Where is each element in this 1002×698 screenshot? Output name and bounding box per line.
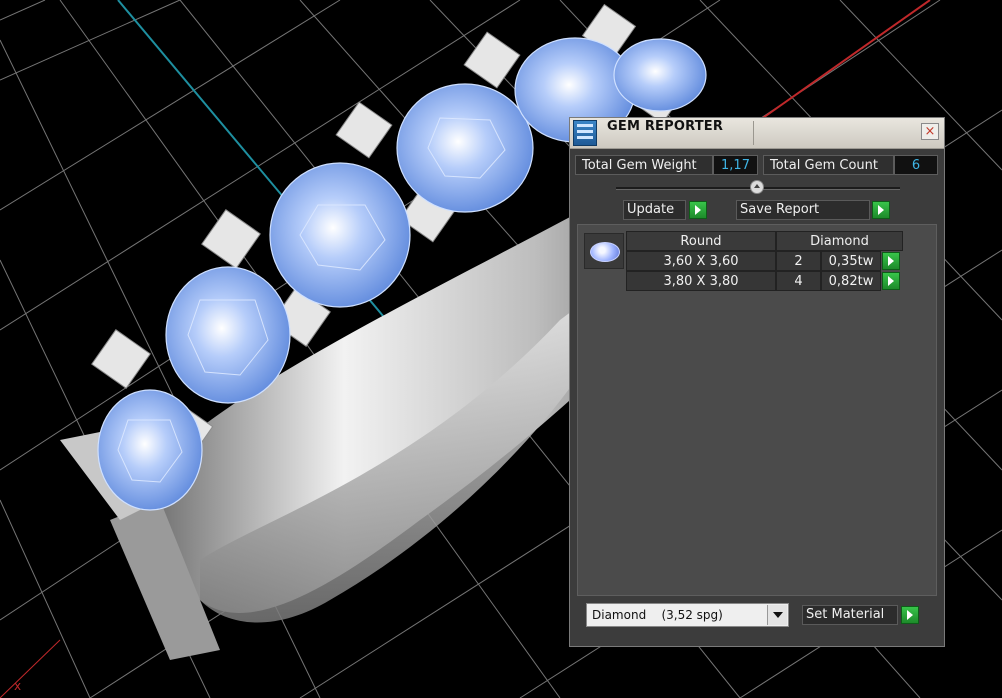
gem-list: Round Diamond 3,60 X 3,60 2 0,35tw 3,80 … [577,224,937,596]
svg-text:x: x [14,679,21,693]
gem-reporter-panel: GEM REPORTER × Total Gem Weight 1,17 Tot… [569,117,945,647]
material-select[interactable]: Diamond (3,52 spg) [586,603,789,627]
row-select-button[interactable] [882,272,900,290]
save-report-go-button[interactable] [872,201,890,219]
chevron-down-icon[interactable] [767,605,787,625]
update-button[interactable]: Update [623,200,686,220]
column-header-shape: Round [626,231,776,251]
material-select-value: Diamond (3,52 spg) [592,608,723,622]
column-header-material: Diamond [776,231,903,251]
titlebar-divider [753,121,754,145]
row-count: 2 [776,251,821,271]
close-button[interactable]: × [921,123,939,140]
row-weight: 0,35tw [821,251,881,271]
update-button-label: Update [627,202,675,217]
set-material-button-label: Set Material [806,607,885,622]
gem-reporter-app-icon [573,120,597,146]
update-go-button[interactable] [689,201,707,219]
row-count: 4 [776,271,821,291]
total-gem-weight-value: 1,17 [713,155,758,175]
set-material-go-button[interactable] [901,606,919,624]
row-size: 3,80 X 3,80 [626,271,776,291]
panel-title: GEM REPORTER [607,119,724,134]
row-weight: 0,82tw [821,271,881,291]
save-report-button[interactable]: Save Report [736,200,870,220]
row-size: 3,60 X 3,60 [626,251,776,271]
total-gem-weight-label: Total Gem Weight [575,155,713,175]
round-gem-thumbnail-icon[interactable] [584,233,624,269]
save-report-button-label: Save Report [740,202,820,217]
total-gem-count-label: Total Gem Count [763,155,894,175]
row-select-button[interactable] [882,252,900,270]
splitter-handle[interactable] [750,180,764,194]
panel-titlebar[interactable]: GEM REPORTER × [570,118,944,149]
total-gem-count-value: 6 [894,155,938,175]
set-material-button[interactable]: Set Material [802,605,898,625]
